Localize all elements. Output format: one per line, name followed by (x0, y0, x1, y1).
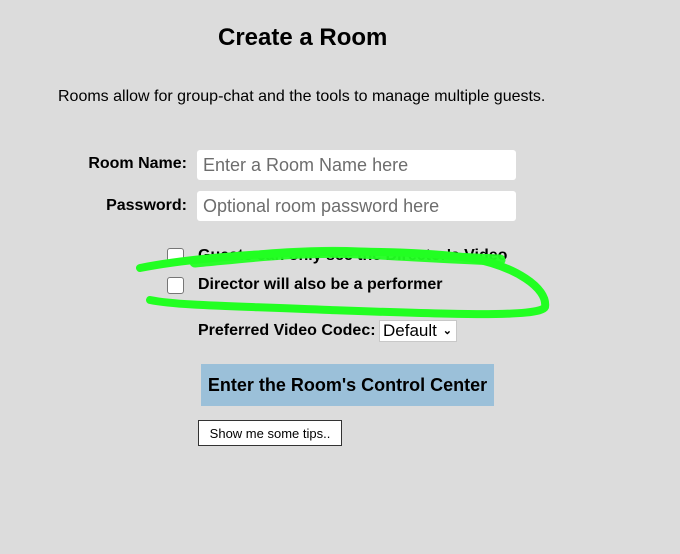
guests-see-director-only-label: Guests can only see the Director's Video (198, 247, 508, 264)
director-performer-label: Director will also be a performer (198, 276, 443, 293)
director-performer-checkbox[interactable] (167, 277, 184, 294)
page-title: Create a Room (218, 24, 388, 51)
guests-see-director-only-checkbox[interactable] (167, 248, 184, 265)
enter-control-center-button[interactable]: Enter the Room's Control Center (201, 364, 494, 406)
chevron-down-icon: ⌄ (442, 325, 452, 337)
room-name-label: Room Name: (88, 155, 187, 172)
video-codec-selected-value: Default (383, 321, 437, 340)
video-codec-label: Preferred Video Codec: (198, 322, 376, 339)
password-input[interactable] (197, 191, 516, 221)
room-name-input[interactable] (197, 150, 516, 180)
video-codec-select[interactable]: Default ⌄ (379, 320, 457, 342)
password-label: Password: (106, 197, 187, 214)
page-description: Rooms allow for group-chat and the tools… (58, 88, 546, 105)
show-tips-button[interactable]: Show me some tips.. (198, 420, 342, 446)
